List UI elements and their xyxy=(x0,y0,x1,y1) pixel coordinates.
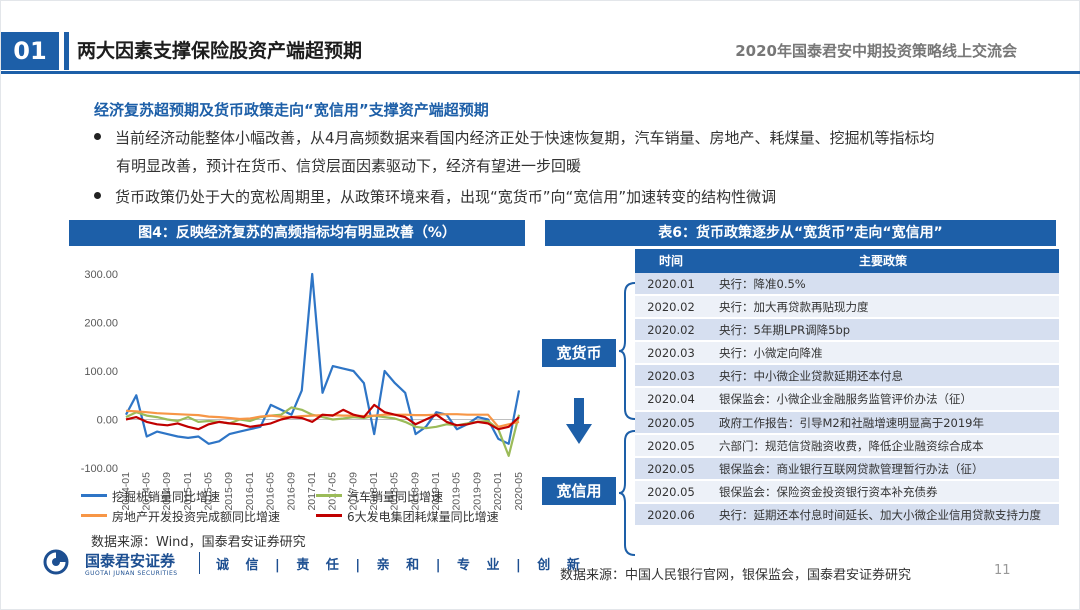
legend-label: 挖掘机销量同比增速 xyxy=(112,490,221,504)
company-slogan: 诚 信 | 责 任 | 亲 和 | 专 业 | 创 新 xyxy=(216,558,586,573)
logo-name: 国泰君安证券 xyxy=(85,552,176,570)
slide: 01 两大因素支撑保险股资产端超预期 2020年国泰君安中期投资策略线上交流会 … xyxy=(0,0,1080,610)
table-row: 2020.05 银保监会：商业银行互联网贷款管理暂行办法（征） xyxy=(635,457,1059,481)
header-policy: 主要政策 xyxy=(858,254,907,268)
x-tick-label: 2020-01 xyxy=(492,472,504,511)
bullet-text: 货币政策仍处于大的宽松周期里，从政策环境来看，出现“宽货币”向“宽信用”加速转变… xyxy=(115,188,777,206)
bullet-dot-icon xyxy=(94,133,101,140)
cell-policy: 政府工作报告：引导M2和社融增速明显高于2019年 xyxy=(719,415,985,430)
bullet-2: 货币政策仍处于大的宽松周期里，从政策环境来看，出现“宽货币”向“宽信用”加速转变… xyxy=(94,183,776,211)
table-row: 2020.03 央行：中小微企业贷款延期还本付息 xyxy=(635,365,1059,389)
y-tick-label: 200.00 xyxy=(84,318,118,330)
x-tick-label: 2019-05 xyxy=(451,472,463,511)
cell-time: 2020.04 xyxy=(647,392,695,407)
y-tick-label: 300.00 xyxy=(84,269,118,281)
table-row: 2020.05 六部门：规范信贷融资收费，降低企业融资综合成本 xyxy=(635,434,1059,458)
cell-policy: 央行：小微定向降准 xyxy=(719,346,823,361)
x-tick-label: 2016-05 xyxy=(265,472,277,511)
cell-policy: 央行：延期还本付息时间延长、加大小微企业信用贷款支持力度 xyxy=(719,507,1041,522)
cell-time: 2020.05 xyxy=(647,438,695,453)
x-tick-label: 2015-09 xyxy=(223,472,235,511)
table-row: 2020.03 央行：小微定向降准 xyxy=(635,342,1059,366)
table-row: 2020.06 央行：延期还本付息时间延长、加大小微企业信用贷款支持力度 xyxy=(635,503,1059,528)
table-source: 数据来源：中国人民银行官网，银保监会，国泰君安证券研究 xyxy=(560,568,912,583)
cell-time: 2020.03 xyxy=(647,346,695,361)
x-tick-label: 2019-09 xyxy=(471,472,483,511)
legend-label: 汽车销量同比增速 xyxy=(347,490,444,504)
phase-loose-credit: 宽信用 xyxy=(542,477,616,505)
header-divider xyxy=(1,71,1080,74)
table-row: 2020.04 银保监会：小微企业金融服务监管评价办法（征） xyxy=(635,388,1059,412)
cell-policy: 银保监会：保险资金投资银行资本补充债券 xyxy=(719,484,938,499)
y-tick-label: 100.00 xyxy=(84,366,118,378)
cell-time: 2020.05 xyxy=(647,484,695,499)
cell-time: 2020.02 xyxy=(647,300,695,315)
legend-swatch xyxy=(316,494,342,497)
cell-time: 2020.01 xyxy=(647,277,695,291)
page-number: 11 xyxy=(994,563,1011,578)
figure-caption: 图4：反映经济复苏的高频指标均有明显改善（%） xyxy=(69,220,525,246)
logo-divider xyxy=(199,552,200,574)
legend-swatch xyxy=(81,514,107,517)
legend-item: 汽车销量同比增速 xyxy=(316,488,443,505)
section-number: 01 xyxy=(1,32,59,70)
brace-loose-credit xyxy=(619,430,636,556)
table-row: 2020.01 央行：降准0.5% xyxy=(635,273,1059,297)
cell-policy: 央行：加大再贷款再贴现力度 xyxy=(719,300,869,315)
cell-policy: 银保监会：商业银行互联网贷款管理暂行办法（征） xyxy=(719,461,984,476)
cell-policy: 六部门：规范信贷融资收费，降低企业融资综合成本 xyxy=(719,438,984,453)
cell-time: 2020.03 xyxy=(647,369,695,384)
logo-name-en: GUOTAI JUNAN SECURITIES xyxy=(85,570,178,577)
x-tick-label: 2020-05 xyxy=(513,472,525,511)
table-row: 2020.05 政府工作报告：引导M2和社融增速明显高于2019年 xyxy=(635,411,1059,435)
bullet-dot-icon xyxy=(94,192,101,199)
bullet-1-continuation: 有明显改善，预计在货币、信贷层面因素驱动下，经济有望进一步回暖 xyxy=(116,157,582,175)
cell-time: 2020.05 xyxy=(647,415,695,430)
table-caption: 表6：货币政策逐步从“宽货币”走向“宽信用” xyxy=(545,220,1056,246)
line-chart: 300.00200.00100.000.00-100.002014-01 2014… xyxy=(81,269,525,511)
figure-source: 数据来源：Wind，国泰君安证券研究 xyxy=(91,535,306,550)
cell-policy: 央行：5年期LPR调降5bp xyxy=(719,323,851,338)
legend-item: 房地产开发投资完成额同比增速 xyxy=(81,508,280,525)
event-name: 2020年国泰君安中期投资策略线上交流会 xyxy=(735,42,1017,60)
table-row: 2020.02 央行：加大再贷款再贴现力度 xyxy=(635,296,1059,320)
cell-policy: 银保监会：小微企业金融服务监管评价办法（征） xyxy=(719,392,972,407)
cell-policy: 央行：降准0.5% xyxy=(719,277,806,291)
legend-item: 6大发电集团耗煤量同比增速 xyxy=(316,508,499,525)
header-accent-bar xyxy=(64,32,69,70)
page-title: 两大因素支撑保险股资产端超预期 xyxy=(77,40,363,62)
section-subtitle: 经济复苏超预期及货币政策走向“宽信用”支撑资产端超预期 xyxy=(94,101,489,119)
company-logo-icon xyxy=(43,549,69,575)
x-tick-label: 2016-09 xyxy=(285,472,297,511)
phase-loose-money: 宽货币 xyxy=(542,339,616,367)
legend-swatch xyxy=(316,514,342,517)
legend-swatch xyxy=(81,494,107,497)
legend-label: 房地产开发投资完成额同比增速 xyxy=(112,510,281,524)
policy-table: 时间 主要政策 2020.01 央行：降准0.5% 2020.02 央行：加大再贷款再… xyxy=(635,249,1059,528)
down-arrow-icon xyxy=(566,398,592,444)
cell-time: 2020.05 xyxy=(647,461,695,476)
bullet-1: 当前经济动能整体小幅改善，从4月高频数据来看国内经济正处于快速恢复期，汽车销量、… xyxy=(94,124,935,152)
y-tick-label: 0.00 xyxy=(97,415,118,427)
legend-item: 挖掘机销量同比增速 xyxy=(81,488,220,505)
cell-time: 2020.02 xyxy=(647,323,695,338)
table-header: 时间 主要政策 xyxy=(635,249,1059,273)
legend-label: 6大发电集团耗煤量同比增速 xyxy=(347,510,499,524)
brace-loose-money xyxy=(619,282,636,420)
header-time: 时间 xyxy=(658,254,683,268)
table-row: 2020.02 央行：5年期LPR调降5bp xyxy=(635,319,1059,343)
cell-time: 2020.06 xyxy=(647,507,695,522)
cell-policy: 央行：中小微企业贷款延期还本付息 xyxy=(719,369,903,384)
table-body: 2020.01 央行：降准0.5% 2020.02 央行：加大再贷款再贴现力度 2020… xyxy=(635,273,1059,528)
x-tick-label: 2016-01 xyxy=(244,472,256,511)
bullet-text: 当前经济动能整体小幅改善，从4月高频数据来看国内经济正处于快速恢复期，汽车销量、… xyxy=(115,129,935,147)
y-tick-label: -100.00 xyxy=(81,463,118,475)
table-row: 2020.05 银保监会：保险资金投资银行资本补充债券 xyxy=(635,480,1059,504)
